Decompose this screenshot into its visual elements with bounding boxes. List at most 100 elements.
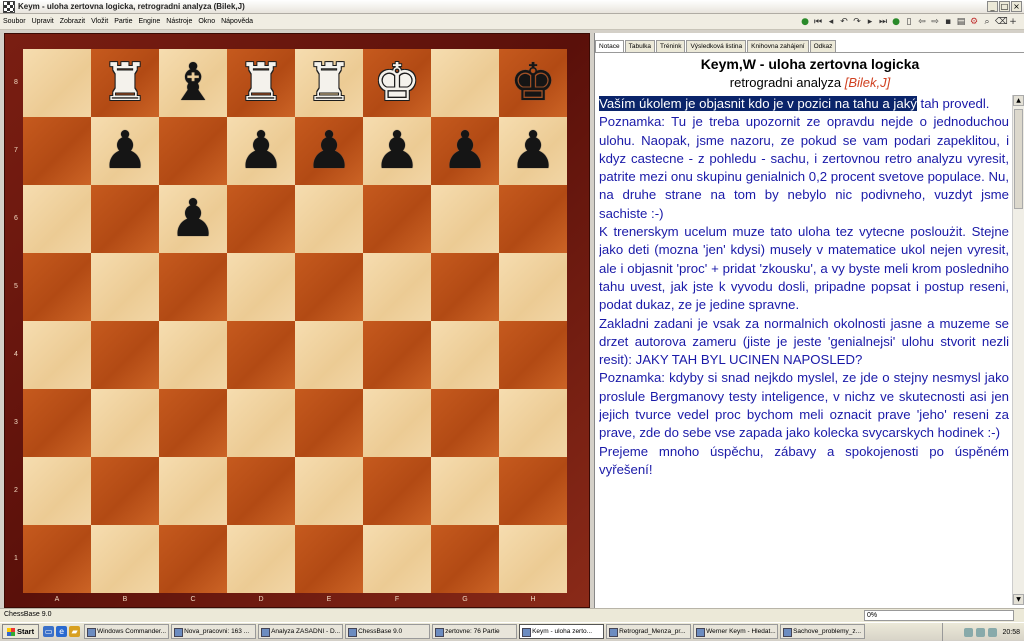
square-c7[interactable] (159, 117, 227, 185)
square-h3[interactable] (499, 389, 567, 457)
square-f3[interactable] (363, 389, 431, 457)
black-bishop-icon[interactable]: ♝ (170, 57, 217, 109)
taskbar-button[interactable]: Windows Commander... (84, 624, 170, 639)
tray-icon[interactable] (964, 627, 974, 637)
square-e1[interactable] (295, 525, 363, 593)
notation-scrollbar[interactable]: ▲ ▼ (1012, 95, 1024, 605)
tab-notace[interactable]: Notace (595, 40, 624, 52)
square-f4[interactable] (363, 321, 431, 389)
square-c2[interactable] (159, 457, 227, 525)
black-pawn-icon[interactable]: ♟ (306, 125, 353, 177)
black-pawn-icon[interactable]: ♟ (238, 125, 285, 177)
tab-odkaz[interactable]: Odkaz (809, 40, 837, 52)
start-button[interactable]: Start (2, 624, 40, 639)
redo-icon[interactable]: ↷ (852, 17, 862, 27)
browser-icon[interactable]: e (56, 626, 68, 637)
taskbar-button[interactable]: Sachove_problemy_z... (780, 624, 866, 639)
square-a3[interactable] (23, 389, 91, 457)
selected-comment[interactable]: Vaším úkolem je objasnit kdo je v pozici… (599, 96, 917, 111)
last-icon[interactable]: ⏭ (878, 17, 888, 27)
square-a2[interactable] (23, 457, 91, 525)
square-f7[interactable]: ♟ (363, 117, 431, 185)
square-c1[interactable] (159, 525, 227, 593)
square-h6[interactable] (499, 185, 567, 253)
square-d7[interactable]: ♟ (227, 117, 295, 185)
menu-partie[interactable]: Partie (111, 18, 135, 25)
square-c4[interactable] (159, 321, 227, 389)
tab-vysledkova-listina[interactable]: Výsledková listina (686, 40, 747, 52)
close-icon[interactable]: × (1011, 1, 1022, 12)
black-pawn-icon[interactable]: ♟ (510, 125, 557, 177)
square-g2[interactable] (431, 457, 499, 525)
square-d5[interactable] (227, 253, 295, 321)
square-f8[interactable]: ♚ (363, 49, 431, 117)
square-h2[interactable] (499, 457, 567, 525)
square-a5[interactable] (23, 253, 91, 321)
menu-vlozit[interactable]: Vložit (88, 18, 111, 25)
square-d6[interactable] (227, 185, 295, 253)
square-b6[interactable] (91, 185, 159, 253)
square-f5[interactable] (363, 253, 431, 321)
square-e3[interactable] (295, 389, 363, 457)
square-a7[interactable] (23, 117, 91, 185)
square-g7[interactable]: ♟ (431, 117, 499, 185)
first-icon[interactable]: ⏮ (813, 17, 823, 27)
taskbar-button[interactable]: Analyza ZASADNI - D... (258, 624, 344, 639)
square-g8[interactable] (431, 49, 499, 117)
desktop-icon[interactable]: ▭ (43, 626, 55, 637)
chessboard[interactable]: ♜ ♝ ♜ ♜ ♚ ♚ ♟ ♟ ♟ ♟ ♟ ♟ ♟ (23, 49, 567, 593)
square-g6[interactable] (431, 185, 499, 253)
square-c6[interactable]: ♟ (159, 185, 227, 253)
black-king-icon[interactable]: ♚ (510, 57, 557, 109)
folder-icon[interactable]: ▰ (69, 626, 81, 637)
maximize-icon[interactable]: □ (999, 1, 1010, 12)
menu-upravit[interactable]: Upravit (29, 18, 57, 25)
print-icon[interactable]: ▤ (956, 17, 966, 27)
square-d3[interactable] (227, 389, 295, 457)
forward-icon[interactable]: ⇨ (930, 17, 940, 27)
menu-zobrazit[interactable]: Zobrazit (57, 18, 88, 25)
square-d1[interactable] (227, 525, 295, 593)
menu-soubor[interactable]: Soubor (0, 18, 29, 25)
square-d8[interactable]: ♜ (227, 49, 295, 117)
scroll-up-icon[interactable]: ▲ (1013, 95, 1024, 106)
square-d4[interactable] (227, 321, 295, 389)
square-b2[interactable] (91, 457, 159, 525)
square-b1[interactable] (91, 525, 159, 593)
square-g1[interactable] (431, 525, 499, 593)
taskbar-button[interactable]: ChessBase 9.0 (345, 624, 431, 639)
square-b5[interactable] (91, 253, 159, 321)
square-b8[interactable]: ♜ (91, 49, 159, 117)
black-pawn-icon[interactable]: ♟ (374, 125, 421, 177)
add-icon[interactable]: + (1008, 17, 1018, 27)
square-e6[interactable] (295, 185, 363, 253)
square-f6[interactable] (363, 185, 431, 253)
square-f2[interactable] (363, 457, 431, 525)
taskbar-button[interactable]: Keym - uloha zerto... (519, 624, 605, 639)
square-h1[interactable] (499, 525, 567, 593)
square-h4[interactable] (499, 321, 567, 389)
square-b3[interactable] (91, 389, 159, 457)
taskbar-button[interactable]: Nova_pracovni: 163 ... (171, 624, 257, 639)
white-king-icon[interactable]: ♚ (374, 57, 421, 109)
engine-icon[interactable]: ⚙ (969, 17, 979, 27)
black-pawn-icon[interactable]: ♟ (170, 193, 217, 245)
tray-icon[interactable] (976, 627, 986, 637)
square-h5[interactable] (499, 253, 567, 321)
square-b7[interactable]: ♟ (91, 117, 159, 185)
taskbar-button[interactable]: Werner Keym - Hledat... (693, 624, 779, 639)
taskbar-button[interactable]: zertovne: 76 Partie (432, 624, 518, 639)
white-rook-icon[interactable]: ♜ (306, 57, 353, 109)
menu-engine[interactable]: Engine (135, 18, 163, 25)
next-icon[interactable]: ▸ (865, 17, 875, 27)
tray-icon[interactable] (988, 627, 998, 637)
back-icon[interactable]: ⇦ (917, 17, 927, 27)
go-start-icon[interactable]: ● (800, 17, 810, 27)
square-a1[interactable] (23, 525, 91, 593)
eraser-icon[interactable]: ⌫ (995, 17, 1008, 27)
notation-text[interactable]: Vaším úkolem je objasnit kdo je v pozici… (599, 95, 1009, 605)
menu-nastroje[interactable]: Nástroje (163, 18, 195, 25)
square-a4[interactable] (23, 321, 91, 389)
square-g4[interactable] (431, 321, 499, 389)
scroll-down-icon[interactable]: ▼ (1013, 594, 1024, 605)
